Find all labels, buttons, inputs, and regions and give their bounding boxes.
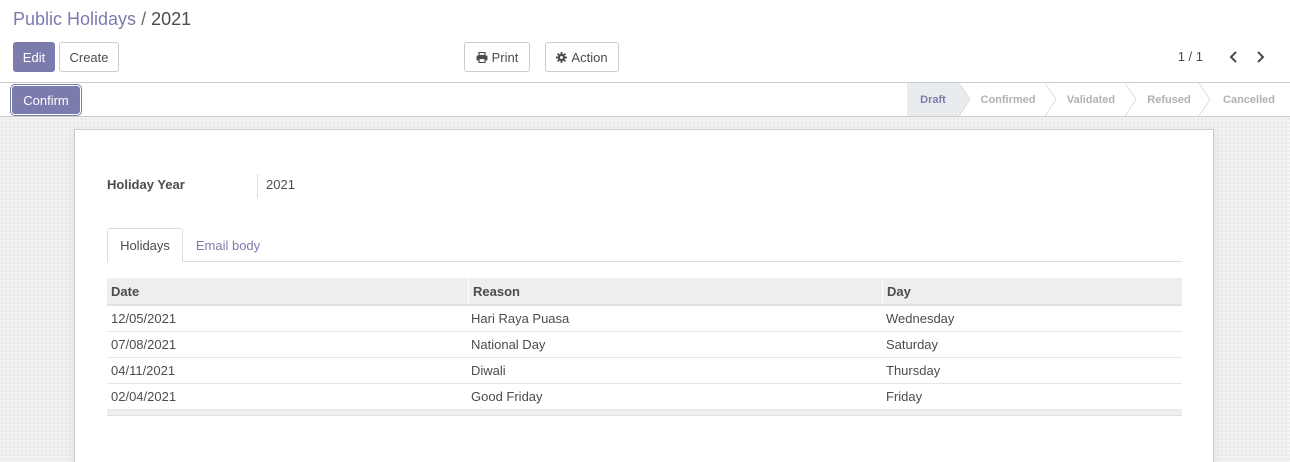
holidays-table: Date Reason Day 12/05/2021 Hari Raya Pua… bbox=[107, 278, 1182, 416]
create-button[interactable]: Create bbox=[59, 42, 119, 72]
cell-day: Thursday bbox=[886, 363, 941, 378]
table-footer bbox=[107, 410, 1182, 416]
cell-reason: Diwali bbox=[471, 363, 506, 378]
table-row[interactable]: 02/04/2021 Good Friday Friday bbox=[107, 384, 1182, 410]
cell-reason: National Day bbox=[471, 337, 546, 352]
tab-holidays[interactable]: Holidays bbox=[107, 228, 183, 262]
status-step-refused[interactable]: Refused bbox=[1137, 83, 1201, 116]
print-button[interactable]: Print bbox=[464, 42, 530, 72]
print-button-label: Print bbox=[491, 49, 519, 65]
holiday-year-value: 2021 bbox=[266, 177, 295, 192]
statusbar: Confirm Draft Confirmed Validated Refuse… bbox=[0, 83, 1290, 117]
confirm-button[interactable]: Confirm bbox=[12, 86, 80, 114]
table-row[interactable]: 04/11/2021 Diwali Thursday bbox=[107, 358, 1182, 384]
chevron-right-icon bbox=[1256, 51, 1264, 63]
notebook-tabs: Holidays Email body bbox=[107, 228, 1182, 262]
status-arrow-icon bbox=[1045, 83, 1057, 116]
cell-day: Saturday bbox=[886, 337, 939, 352]
status-step-cancelled[interactable]: Cancelled bbox=[1213, 83, 1285, 116]
printer-icon bbox=[476, 51, 488, 63]
column-header-date[interactable]: Date bbox=[107, 278, 468, 304]
column-header-day[interactable]: Day bbox=[882, 278, 1182, 304]
action-button-label: Action bbox=[571, 49, 608, 65]
breadcrumb-parent-link[interactable]: Public Holidays bbox=[13, 9, 136, 29]
form-sheet: Holiday Year 2021 Holidays Email body Da… bbox=[74, 129, 1214, 462]
status-step-draft: Draft bbox=[907, 83, 959, 116]
cell-date: 07/08/2021 bbox=[111, 337, 177, 352]
column-header-reason[interactable]: Reason bbox=[468, 278, 882, 304]
cell-date: 02/04/2021 bbox=[111, 389, 177, 404]
cell-reason: Good Friday bbox=[471, 389, 543, 404]
status-step-validated[interactable]: Validated bbox=[1057, 83, 1125, 116]
status-arrow-icon bbox=[1199, 83, 1211, 116]
gear-icon bbox=[556, 51, 568, 63]
table-header: Date Reason Day bbox=[107, 278, 1182, 306]
table-row[interactable]: 12/05/2021 Hari Raya Puasa Wednesday bbox=[107, 306, 1182, 332]
field-divider bbox=[257, 174, 258, 198]
tab-email-body[interactable]: Email body bbox=[183, 228, 273, 262]
table-row[interactable]: 07/08/2021 National Day Saturday bbox=[107, 332, 1182, 358]
edit-button[interactable]: Edit bbox=[13, 42, 55, 72]
breadcrumb: Public Holidays/2021 bbox=[13, 9, 191, 30]
status-step-confirmed[interactable]: Confirmed bbox=[971, 83, 1045, 116]
breadcrumb-separator: / bbox=[141, 9, 147, 29]
action-button[interactable]: Action bbox=[545, 42, 619, 72]
pager-previous-button[interactable] bbox=[1222, 47, 1244, 67]
cell-day: Wednesday bbox=[886, 311, 955, 326]
pager-next-button[interactable] bbox=[1249, 47, 1271, 67]
cell-day: Friday bbox=[886, 389, 923, 404]
breadcrumb-current: 2021 bbox=[151, 9, 192, 29]
control-panel: Public Holidays/2021 Edit Create Print A… bbox=[0, 0, 1290, 83]
holiday-year-label: Holiday Year bbox=[107, 177, 185, 192]
cell-reason: Hari Raya Puasa bbox=[471, 311, 570, 326]
cell-date: 04/11/2021 bbox=[111, 363, 176, 378]
status-arrow-icon bbox=[959, 83, 971, 116]
status-arrow-icon bbox=[1125, 83, 1137, 116]
pager-value[interactable]: 1 / 1 bbox=[1178, 49, 1203, 64]
cell-date: 12/05/2021 bbox=[111, 311, 177, 326]
chevron-left-icon bbox=[1229, 51, 1237, 63]
